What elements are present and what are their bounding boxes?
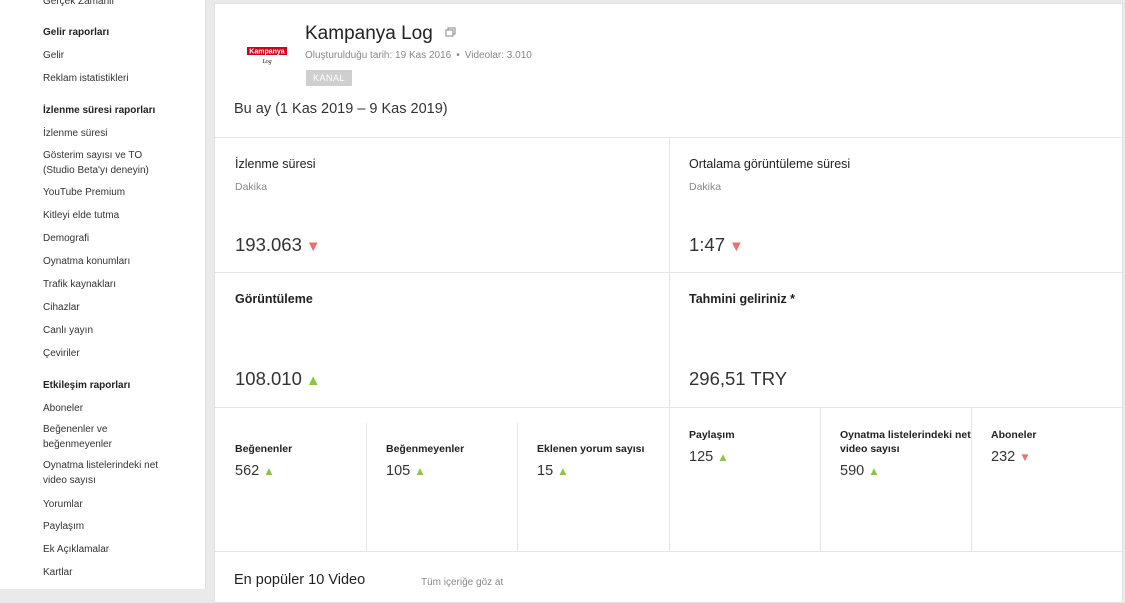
divider [669, 407, 670, 551]
sidebar-item-watch-time[interactable]: İzlenme süresi [43, 126, 193, 141]
metric-value: 1:47 ▼ [689, 234, 744, 255]
metric-value: 108.010 ▲ [235, 368, 321, 389]
trend-up-icon: ▲ [868, 465, 880, 478]
sidebar-item-sharing[interactable]: Paylaşım [43, 519, 193, 534]
sidebar-item-translations[interactable]: Çeviriler [43, 346, 193, 361]
divider [215, 551, 1122, 552]
channel-video-count: Videolar: 3.010 [464, 50, 532, 61]
sidebar-item-demographics[interactable]: Demografi [43, 231, 193, 246]
trend-up-icon: ▲ [305, 373, 321, 389]
metric-value: 193.063 ▼ [235, 234, 321, 255]
metric-unit: Dakika [689, 181, 722, 193]
sidebar-item-impressions[interactable]: Gösterim sayısı ve TO (Studio Beta'yı de… [43, 148, 163, 178]
metric-title: Eklenen yorum sayısı [537, 443, 645, 455]
divider [820, 407, 821, 551]
metric-title: Beğenmeyenler [386, 443, 465, 455]
metric-title: Tahmini geliriniz * [689, 292, 796, 306]
trend-up-icon: ▲ [414, 465, 426, 478]
trend-down-icon: ▼ [1019, 451, 1031, 464]
trend-up-icon: ▲ [263, 465, 275, 478]
sidebar-item-revenue[interactable]: Gelir [43, 48, 193, 63]
channel-created-date: Oluşturulduğu tarih: 19 Kas 2016 [305, 50, 452, 61]
trend-down-icon: ▼ [729, 239, 744, 255]
sidebar-heading-watch-time: İzlenme süresi raporları [43, 105, 156, 116]
sidebar-item-cards[interactable]: Kartlar [43, 565, 193, 580]
sidebar-item-subscribers[interactable]: Aboneler [43, 401, 193, 416]
sidebar-item-playback-locations[interactable]: Oynatma konumları [43, 254, 193, 269]
metric-value: 296,51 TRY [689, 368, 788, 389]
metric-value: 15 ▲ [537, 463, 569, 479]
sidebar-heading-revenue: Gelir raporları [43, 27, 110, 38]
trend-up-icon: ▲ [717, 451, 729, 464]
svg-text:Log: Log [261, 59, 271, 65]
channel-title[interactable]: Kampanya Log [305, 23, 433, 45]
sidebar-item-youtube-premium[interactable]: YouTube Premium [43, 185, 193, 200]
view-all-content-link[interactable]: Tüm içeriğe göz at [421, 577, 503, 588]
sidebar: Gerçek Zamanlı Gelir raporları Gelir Rek… [0, 0, 206, 589]
metric-value: 562 ▲ [235, 463, 275, 479]
sidebar-item-likes-dislikes[interactable]: Beğenenler ve beğenmeyenler [43, 422, 143, 452]
sidebar-item-realtime[interactable]: Gerçek Zamanlı [43, 0, 193, 9]
divider [215, 272, 1122, 273]
sidebar-item-ad-stats[interactable]: Reklam istatistikleri [43, 71, 193, 86]
sidebar-item-devices[interactable]: Cihazlar [43, 300, 193, 315]
metric-title: Beğenenler [235, 443, 293, 455]
metric-title: Ortalama görüntüleme süresi [689, 157, 851, 171]
metric-title: Aboneler [991, 429, 1037, 441]
sidebar-heading-engagement: Etkileşim raporları [43, 380, 131, 391]
channel-badge: KANAL [306, 70, 353, 86]
analytics-overview-card: Kampanya Log Kampanya Log Oluşturulduğu … [214, 3, 1123, 603]
metric-title: İzlenme süresi [235, 157, 316, 171]
divider [366, 423, 367, 551]
trend-up-icon: ▲ [557, 465, 569, 478]
date-range: Bu ay (1 Kas 2019 – 9 Kas 2019) [234, 101, 448, 117]
trend-down-icon: ▼ [305, 239, 321, 255]
sidebar-item-annotations[interactable]: Ek Açıklamalar [43, 542, 193, 557]
metric-unit: Dakika [235, 181, 268, 193]
metric-value: 590 ▲ [840, 463, 880, 479]
channel-logo: Kampanya Log [247, 47, 287, 65]
divider [517, 423, 518, 551]
metric-title: Paylaşım [689, 429, 735, 441]
metric-title: Oynatma listelerindeki net video sayısı [840, 429, 971, 455]
metric-title: Görüntüleme [235, 292, 313, 306]
sidebar-item-retention[interactable]: Kitleyi elde tutma [43, 208, 193, 223]
popular-videos-title: En popüler 10 Video [234, 572, 366, 588]
metric-value: 125 ▲ [689, 449, 729, 465]
metric-value: 232 ▼ [991, 449, 1031, 465]
sidebar-item-comments[interactable]: Yorumlar [43, 497, 193, 512]
channel-meta: Oluşturulduğu tarih: 19 Kas 2016 • Videola… [305, 50, 532, 61]
svg-text:Kampanya: Kampanya [249, 49, 285, 56]
sidebar-item-live[interactable]: Canlı yayın [43, 323, 193, 338]
external-link-icon[interactable] [445, 27, 456, 38]
sidebar-item-traffic-sources[interactable]: Trafik kaynakları [43, 277, 193, 292]
sidebar-item-playlist-videos[interactable]: Oynatma listelerindeki net video sayısı [43, 458, 173, 488]
metric-value: 105 ▲ [386, 463, 426, 479]
